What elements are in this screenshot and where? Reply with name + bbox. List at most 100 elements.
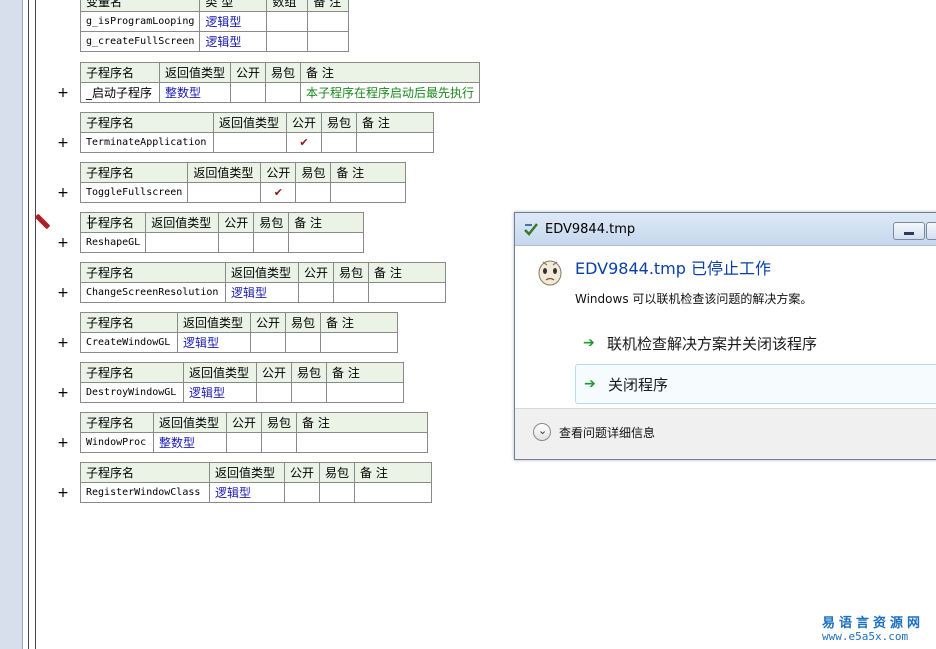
sub-return-cell[interactable]: 逻辑型 [209, 482, 285, 503]
pm[interactable]: + [57, 336, 69, 350]
sub-epkg-cell[interactable] [265, 82, 302, 103]
pm[interactable]: + [57, 186, 69, 200]
var-array-cell[interactable] [266, 11, 309, 32]
sub-public-cell[interactable] [255, 382, 293, 403]
sub-epkg-cell[interactable] [295, 182, 332, 203]
sub-return-cell[interactable] [213, 132, 287, 153]
col-header-return: 返回值类型 [153, 412, 227, 433]
expand-details-button[interactable]: ⌄ [533, 423, 551, 441]
sub-epkg-cell[interactable] [321, 132, 358, 153]
sub-epkg-cell[interactable] [319, 482, 356, 503]
col-header-epkg: 易包 [333, 262, 370, 283]
pm[interactable]: + [57, 436, 69, 450]
sub-return-cell[interactable] [187, 182, 262, 203]
col-header-note: 备 注 [354, 462, 433, 483]
sub-name-cell[interactable]: CreateWindowGL [80, 332, 178, 353]
error-mascot-icon [538, 260, 562, 286]
dialog-footer: ⌄ 查看问题详细信息 [515, 408, 936, 459]
check-online-option[interactable]: ➔ 联机检查解决方案并关闭该程序 [575, 324, 936, 362]
sub-epkg-cell[interactable] [291, 382, 328, 403]
sub-note-cell[interactable] [288, 232, 365, 253]
subroutine-table: 子程序名 返回值类型 公开 易包 备 注 DestroyWindowGL 逻辑型 [80, 362, 405, 403]
subroutine-table: 子程序名 返回值类型 公开 易包 备 注 WindowProc 整数型 [80, 412, 429, 453]
sub-name-cell[interactable]: TerminateApplication [80, 132, 214, 153]
sub-return-cell[interactable]: 整数型 [158, 82, 232, 103]
col-header-public: 公开 [218, 212, 255, 233]
col-header-subname: 子程序名 [80, 112, 214, 133]
sub-note-cell[interactable] [356, 132, 435, 153]
var-name-cell[interactable]: g_createFullScreen [79, 31, 201, 52]
close-button[interactable] [926, 222, 936, 240]
sub-name-cell[interactable]: _启动子程序 [80, 82, 160, 103]
sub-epkg-cell[interactable] [253, 232, 290, 253]
var-note-cell[interactable] [307, 31, 350, 52]
var-note-cell[interactable] [307, 11, 350, 32]
col-header-epkg: 易包 [261, 412, 298, 433]
sub-public-cell[interactable] [230, 82, 267, 103]
col-header-public: 公开 [249, 312, 287, 333]
sub-epkg-cell[interactable] [261, 432, 298, 453]
pm[interactable]: + [57, 136, 69, 150]
col-header-subname: 子程序名 [80, 62, 160, 83]
chevron-down-icon: ⌄ [538, 424, 548, 437]
sub-name-cell[interactable]: ReshapeGL [79, 232, 147, 253]
check-online-label: 联机检查解决方案并关闭该程序 [607, 335, 818, 353]
sub-return-cell[interactable] [145, 232, 220, 253]
sub-public-cell[interactable] [249, 332, 287, 353]
dialog-message: Windows 可以联机检查该问题的解决方案。 [575, 292, 813, 306]
sub-name-cell[interactable]: WindowProc [80, 432, 154, 453]
col-header-note: 备 注 [326, 362, 405, 383]
watermark-url: www.e5a5x.com [822, 630, 909, 643]
var-array-cell[interactable] [266, 31, 309, 52]
col-header-public: 公开 [260, 162, 297, 183]
var-type-cell[interactable]: 逻辑型 [199, 11, 268, 32]
green-arrow-icon: ➔ [584, 376, 596, 392]
col-header-subname: 子程序名 [79, 212, 147, 233]
close-program-label: 关闭程序 [608, 376, 669, 394]
details-label[interactable]: 查看问题详细信息 [559, 424, 655, 441]
sub-public-cell[interactable]: ✔ [260, 182, 297, 203]
pm[interactable]: + [57, 236, 69, 250]
sub-note-cell[interactable] [354, 482, 433, 503]
pm[interactable]: + [57, 386, 69, 400]
sub-name-cell[interactable]: ToggleFullscreen [79, 182, 189, 203]
sub-public-cell[interactable] [225, 432, 263, 453]
col-header-public: 公开 [285, 112, 323, 133]
sub-name-cell[interactable]: RegisterWindowClass [80, 482, 210, 503]
sub-note-cell[interactable] [296, 432, 429, 453]
col-header-note: 备 注 [288, 212, 365, 233]
sub-return-cell[interactable]: 整数型 [153, 432, 227, 453]
col-header-public: 公开 [283, 462, 321, 483]
sub-name-cell[interactable]: DestroyWindowGL [80, 382, 184, 403]
col-header-note: 备 注 [368, 262, 447, 283]
sub-note-cell[interactable] [368, 282, 447, 303]
dialog-titlebar[interactable]: EDV9844.tmp [515, 213, 936, 246]
sub-public-cell[interactable] [218, 232, 255, 253]
sub-epkg-cell[interactable] [333, 282, 370, 303]
sub-note-cell[interactable]: 本子程序在程序启动后最先执行 [300, 82, 481, 103]
pm[interactable]: + [57, 86, 69, 100]
pm[interactable]: + [57, 286, 69, 300]
minimize-button[interactable] [893, 222, 925, 240]
sub-public-cell[interactable]: ✔ [285, 132, 323, 153]
sub-return-cell[interactable]: 逻辑型 [177, 332, 251, 353]
sub-public-cell[interactable] [297, 282, 335, 303]
sub-note-cell[interactable] [330, 182, 407, 203]
dialog-headline: EDV9844.tmp 已停止工作 [575, 259, 772, 278]
sub-public-cell[interactable] [283, 482, 321, 503]
dialog-body: EDV9844.tmp 已停止工作 Windows 可以联机检查该问题的解决方案… [515, 246, 936, 408]
col-header-public: 公开 [255, 362, 293, 383]
close-program-option[interactable]: ➔ 关闭程序 [575, 364, 936, 404]
sub-note-cell[interactable] [320, 332, 399, 353]
sub-note-cell[interactable] [326, 382, 405, 403]
sub-return-cell[interactable]: 逻辑型 [183, 382, 257, 403]
var-type-cell[interactable]: 逻辑型 [199, 31, 268, 52]
sub-return-cell[interactable]: 逻辑型 [225, 282, 299, 303]
sub-epkg-cell[interactable] [285, 332, 322, 353]
pm[interactable]: + [57, 486, 69, 500]
col-header-subname: 子程序名 [80, 462, 210, 483]
col-header-subname: 子程序名 [80, 362, 184, 383]
var-name-cell[interactable]: g_isProgramLooping [79, 11, 201, 32]
sub-name-cell[interactable]: ChangeScreenResolution [80, 282, 226, 303]
crash-dialog: EDV9844.tmp EDV9844.tmp 已停止工作 Windows 可以… [514, 212, 936, 460]
